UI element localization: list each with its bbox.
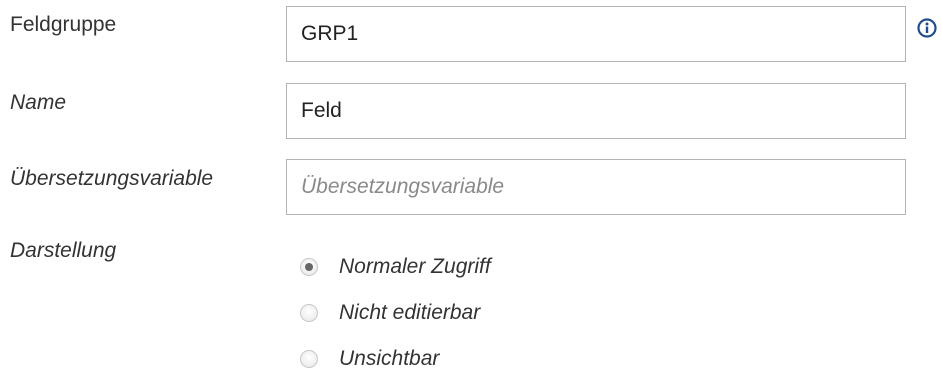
feldgruppe-input[interactable]: [286, 6, 906, 62]
name-label: Name: [10, 91, 67, 114]
radio-option-unsichtbar[interactable]: Unsichtbar: [300, 336, 491, 382]
uebersetzungsvariable-label: Übersetzungsvariable: [10, 167, 214, 190]
radio-option-nicht-editierbar[interactable]: Nicht editierbar: [300, 290, 491, 336]
radio-button[interactable]: [300, 350, 318, 368]
radio-label: Nicht editierbar: [339, 301, 481, 324]
radio-label: Normaler Zugriff: [339, 255, 491, 278]
radio-button-checked[interactable]: [300, 258, 318, 276]
radio-option-normaler-zugriff[interactable]: Normaler Zugriff: [300, 244, 491, 290]
darstellung-radio-group: Normaler Zugriff Nicht editierbar Unsich…: [300, 244, 491, 382]
radio-button[interactable]: [300, 304, 318, 322]
name-input[interactable]: [286, 83, 906, 139]
radio-label: Unsichtbar: [339, 347, 440, 370]
uebersetzungsvariable-input[interactable]: [286, 159, 906, 215]
info-icon[interactable]: [917, 18, 937, 38]
darstellung-label: Darstellung: [10, 239, 117, 262]
feldgruppe-label: Feldgruppe: [10, 13, 117, 36]
